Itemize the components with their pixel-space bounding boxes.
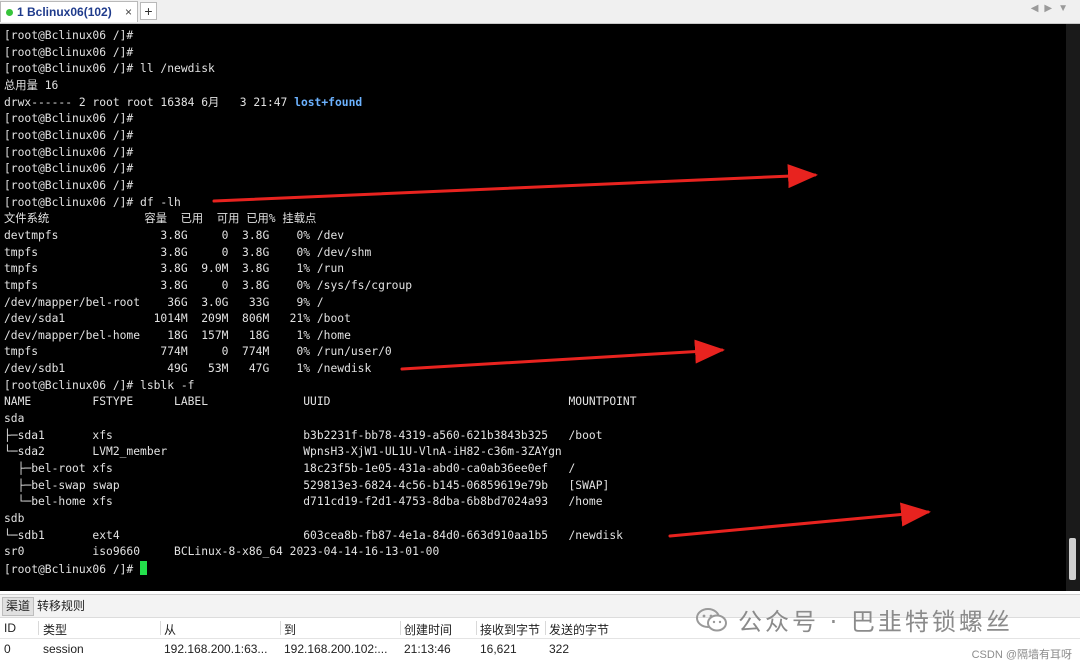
col-created-time[interactable]: 创建时间 bbox=[404, 621, 452, 638]
col-to[interactable]: 到 bbox=[284, 621, 296, 638]
watermark-text: 公众号 · 巴韭特锁螺丝 bbox=[738, 608, 1013, 636]
annotation-arrows bbox=[212, 164, 931, 538]
row-type: session bbox=[43, 642, 84, 656]
table-row[interactable]: 0 session 192.168.200.1:63... 192.168.20… bbox=[0, 639, 1080, 659]
arrow-df-command bbox=[212, 164, 818, 203]
col-bytes-received[interactable]: 接收到字节 bbox=[480, 621, 540, 638]
col-id[interactable]: ID bbox=[4, 621, 16, 635]
col-from[interactable]: 从 bbox=[164, 621, 176, 638]
csdn-credit: CSDN @隔墙有耳呀 bbox=[971, 649, 1072, 661]
row-to: 192.168.200.102:... bbox=[284, 642, 388, 656]
watermark: 公众号 · 巴韭特锁螺丝 bbox=[696, 602, 1013, 637]
row-id: 0 bbox=[4, 642, 11, 656]
col-bytes-sent[interactable]: 发送的字节 bbox=[549, 621, 609, 638]
wechat-icon bbox=[696, 607, 728, 633]
row-bytes-sent: 322 bbox=[549, 642, 570, 656]
arrow-sdb1-mountpoint bbox=[668, 502, 931, 538]
row-created-time: 21:13:46 bbox=[404, 642, 451, 656]
col-type[interactable]: 类型 bbox=[43, 621, 67, 638]
arrow-newdisk-mount bbox=[400, 339, 725, 371]
row-from: 192.168.200.1:63... bbox=[164, 642, 268, 656]
tab-channel[interactable]: 渠道 bbox=[2, 597, 35, 616]
row-bytes-received: 16,621 bbox=[480, 642, 517, 656]
tab-forwarding-rules[interactable]: 转移规则 bbox=[37, 598, 85, 615]
